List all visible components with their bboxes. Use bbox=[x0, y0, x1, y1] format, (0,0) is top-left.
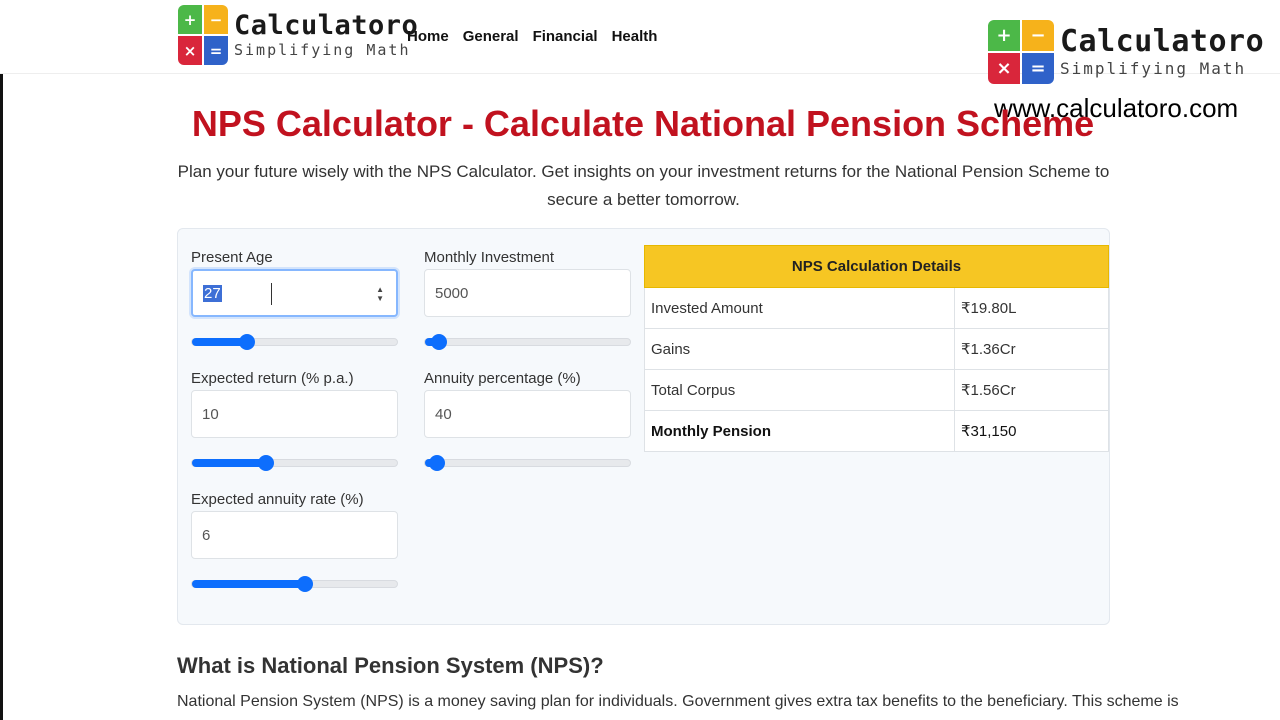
expected-return-slider[interactable] bbox=[191, 455, 398, 471]
gains-value: ₹1.36Cr bbox=[954, 328, 1109, 370]
monthly-investment-label: Monthly Investment bbox=[424, 249, 555, 266]
monthly-pension-label: Monthly Pension bbox=[644, 410, 955, 452]
gains-label: Gains bbox=[644, 328, 955, 370]
table-row: Invested Amount ₹19.80L bbox=[644, 287, 1109, 329]
table-row: Gains ₹1.36Cr bbox=[644, 328, 1109, 370]
equals-sign: = bbox=[204, 36, 228, 65]
minus-sign: − bbox=[204, 5, 228, 34]
monthly-investment-field: Monthly Investment 5000 bbox=[424, 249, 631, 317]
present-age-label: Present Age bbox=[191, 249, 273, 266]
present-age-field: Present Age 27 ▲ ▼ bbox=[191, 249, 398, 317]
annuity-percentage-field: Annuity percentage (%) 40 bbox=[424, 370, 631, 438]
slider-fill bbox=[192, 459, 266, 467]
logo-name: Calculatoro bbox=[234, 10, 419, 41]
section-title: What is National Pension System (NPS)? bbox=[177, 653, 604, 678]
present-age-value: 27 bbox=[203, 284, 222, 302]
table-row: Total Corpus ₹1.56Cr bbox=[644, 369, 1109, 411]
times-sign: × bbox=[988, 53, 1020, 84]
total-corpus-value: ₹1.56Cr bbox=[954, 369, 1109, 411]
watermark-logo-icon: + − × = bbox=[988, 20, 1054, 84]
invested-amount-value: ₹19.80L bbox=[954, 287, 1109, 329]
equals-sign: = bbox=[1022, 53, 1054, 84]
monthly-investment-input[interactable]: 5000 bbox=[424, 269, 631, 317]
plus-sign: + bbox=[178, 5, 202, 34]
annuity-percentage-label: Annuity percentage (%) bbox=[424, 370, 581, 387]
slider-thumb[interactable] bbox=[296, 576, 313, 592]
site-logo[interactable]: + − × = Calculatoro Simplifying Math bbox=[178, 5, 418, 65]
annuity-percentage-slider[interactable] bbox=[424, 455, 631, 471]
table-row: Monthly Pension ₹31,150 bbox=[644, 410, 1109, 452]
nav-general[interactable]: General bbox=[463, 28, 519, 45]
nav-health[interactable]: Health bbox=[612, 28, 658, 45]
logo-icon: + − × = bbox=[178, 5, 228, 65]
logo-tagline: Simplifying Math bbox=[234, 41, 411, 59]
expected-return-value: 10 bbox=[202, 405, 219, 423]
expected-annuity-rate-slider[interactable] bbox=[191, 576, 398, 592]
times-sign: × bbox=[178, 36, 202, 65]
watermark-logo: + − × = Calculatoro Simplifying Math bbox=[988, 20, 1264, 84]
monthly-investment-value: 5000 bbox=[435, 284, 469, 302]
annuity-percentage-input[interactable]: 40 bbox=[424, 390, 631, 438]
minus-sign: − bbox=[1022, 20, 1054, 51]
slider-fill bbox=[192, 580, 305, 588]
invested-amount-label: Invested Amount bbox=[644, 287, 955, 329]
results-heading: NPS Calculation Details bbox=[644, 245, 1109, 288]
section-text: National Pension System (NPS) is a money… bbox=[177, 693, 1179, 710]
slider-thumb[interactable] bbox=[257, 455, 274, 471]
monthly-investment-slider[interactable] bbox=[424, 334, 631, 350]
annuity-percentage-value: 40 bbox=[435, 405, 452, 423]
present-age-slider[interactable] bbox=[191, 334, 398, 350]
watermark-logo-name: Calculatoro bbox=[1060, 24, 1265, 59]
nav-financial[interactable]: Financial bbox=[533, 28, 598, 45]
total-corpus-label: Total Corpus bbox=[644, 369, 955, 411]
text-cursor-icon bbox=[271, 283, 272, 305]
number-spinner-icon[interactable]: ▲ ▼ bbox=[376, 285, 384, 303]
expected-annuity-rate-field: Expected annuity rate (%) 6 bbox=[191, 491, 398, 559]
nav-home[interactable]: Home bbox=[407, 28, 449, 45]
expected-annuity-rate-value: 6 bbox=[202, 526, 211, 544]
expected-return-field: Expected return (% p.a.) 10 bbox=[191, 370, 398, 438]
expected-annuity-rate-label: Expected annuity rate (%) bbox=[191, 491, 364, 508]
page-title: NPS Calculator - Calculate National Pens… bbox=[191, 103, 1095, 144]
expected-return-label: Expected return (% p.a.) bbox=[191, 370, 354, 387]
plus-sign: + bbox=[988, 20, 1020, 51]
results-table: NPS Calculation Details Invested Amount … bbox=[644, 245, 1109, 452]
expected-return-input[interactable]: 10 bbox=[191, 390, 398, 438]
main-nav: Home General Financial Health bbox=[407, 28, 657, 45]
monthly-pension-value: ₹31,150 bbox=[954, 410, 1109, 452]
expected-annuity-rate-input[interactable]: 6 bbox=[191, 511, 398, 559]
page-intro: Plan your future wisely with the NPS Cal… bbox=[177, 162, 1110, 209]
present-age-input[interactable]: 27 ▲ ▼ bbox=[191, 269, 398, 317]
watermark-logo-tagline: Simplifying Math bbox=[1060, 59, 1247, 78]
